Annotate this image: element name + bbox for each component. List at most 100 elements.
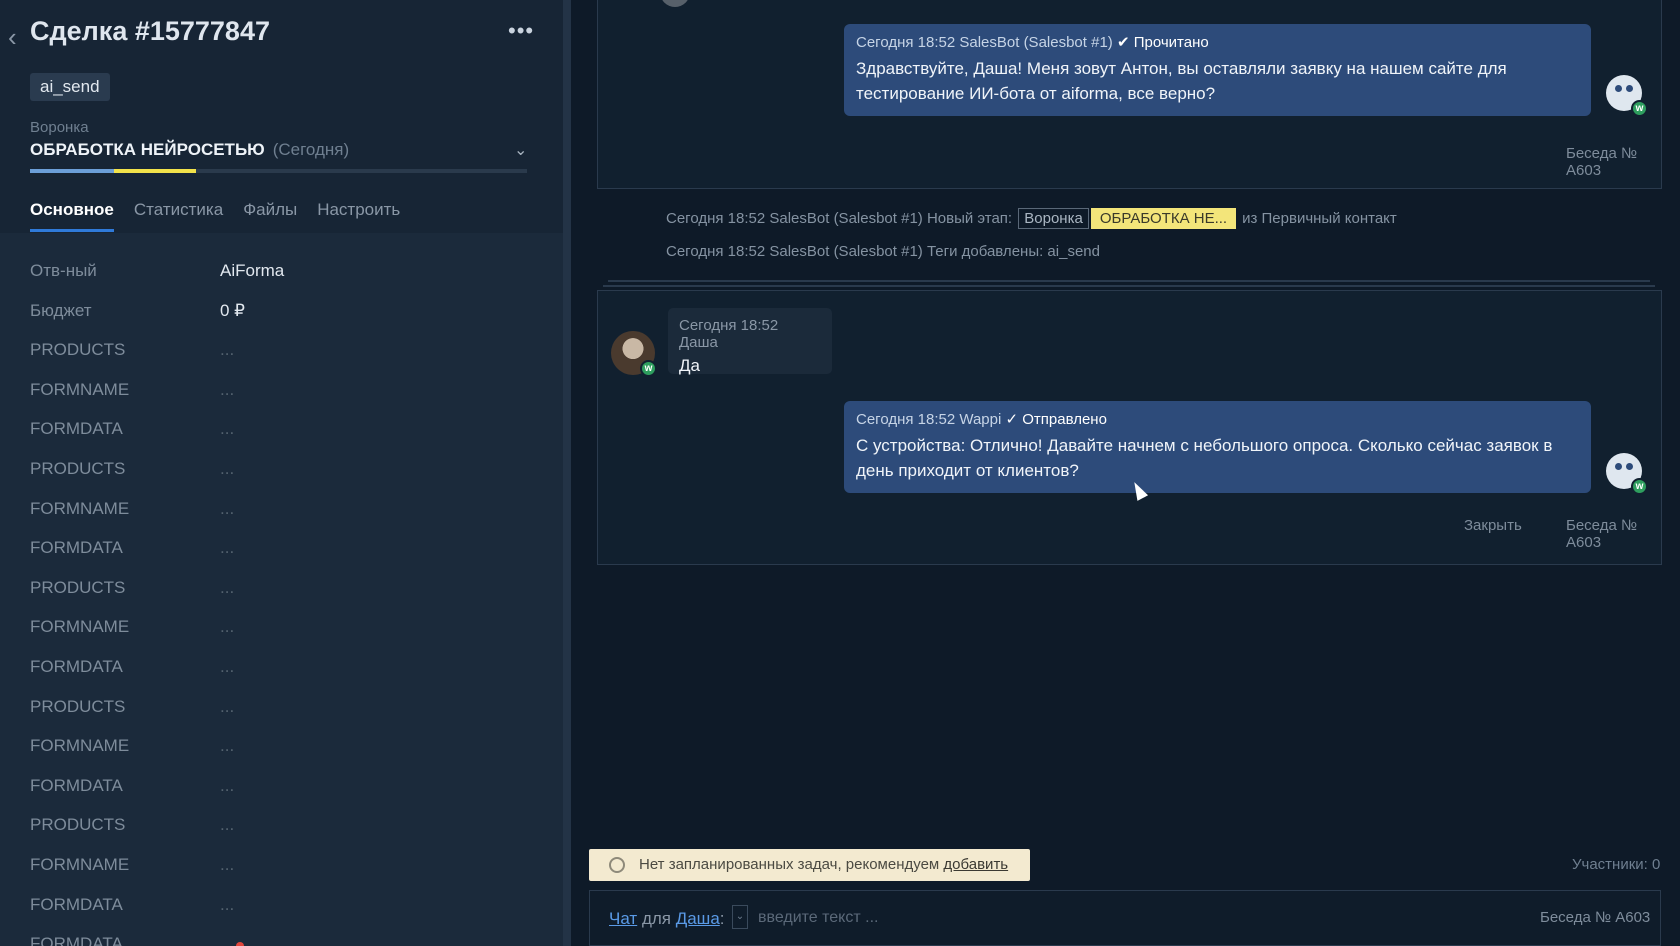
field-name: FORMDATA [30, 538, 123, 558]
field-value[interactable]: ... [220, 776, 234, 796]
user-avatar-icon: w [611, 331, 657, 377]
field-row: FORMDATA... [30, 889, 530, 929]
stage-pill: ОБРАБОТКА НЕ... [1090, 208, 1237, 229]
field-value[interactable]: ... [220, 697, 234, 717]
sent-status: ✓ Отправлено [1005, 411, 1107, 428]
field-value[interactable]: ... [220, 736, 234, 756]
field-value[interactable]: ... [220, 895, 234, 915]
lead-tabs: Основное Статистика Файлы Настроить [30, 200, 400, 232]
field-value[interactable]: 0 ₽ [220, 301, 245, 321]
field-value[interactable]: ... [220, 855, 234, 875]
stack-divider [608, 280, 1650, 282]
field-name: FORMNAME [30, 736, 130, 756]
tab-settings[interactable]: Настроить [317, 200, 400, 232]
field-value[interactable]: ... [220, 538, 234, 558]
field-row: PRODUCTS... [30, 572, 530, 612]
field-name: PRODUCTS [30, 815, 126, 835]
recipient-link[interactable]: Даша [676, 909, 720, 928]
field-row: FORMNAME... [30, 611, 530, 651]
tab-statistics[interactable]: Статистика [134, 200, 223, 232]
field-name: FORMNAME [30, 617, 130, 637]
field-name: PRODUCTS [30, 577, 126, 597]
message-text: Здравствуйте, Даша! Меня зовут Антон, вы… [856, 59, 1507, 103]
client-message-bubble: Сегодня 18:52 Даша Да [668, 308, 832, 375]
message-text: С устройства: Отлично! Давайте начнем с … [856, 436, 1553, 480]
funnel-stage-select[interactable]: ОБРАБОТКА НЕЙРОСЕТЬЮ (Сегодня) [30, 140, 349, 160]
lead-sidebar: ‹ Сделка #15777847 ••• ai_send Воронка О… [0, 0, 563, 946]
field-value[interactable]: AiForma [220, 261, 284, 281]
field-name: PRODUCTS [30, 458, 126, 478]
user-avatar-icon [660, 0, 690, 7]
chat-prefix: Чат для Даша: [609, 909, 725, 928]
chat-text-input[interactable]: введите текст ... [758, 909, 878, 927]
message-meta: Сегодня 18:52 Wappi ✓ Отправлено [856, 411, 1107, 428]
tab-main[interactable]: Основное [30, 200, 114, 232]
field-value[interactable]: ... [220, 815, 234, 835]
add-task-link[interactable]: добавить [943, 856, 1008, 873]
funnel-pill: Воронка [1018, 208, 1089, 229]
read-status: ✔ Прочитано [1116, 34, 1209, 51]
bot-avatar-icon: w [1602, 449, 1648, 495]
field-row: PRODUCTS... [30, 809, 530, 849]
chat-input-bar[interactable]: Чат для Даша: ⌄ введите текст ... Беседа… [589, 890, 1661, 946]
field-name: FORMDATA [30, 775, 123, 795]
tab-files[interactable]: Файлы [243, 200, 297, 232]
field-row: PRODUCTS... [30, 334, 530, 374]
whatsapp-badge-icon: w [1631, 100, 1648, 117]
bot-message-bubble: Сегодня 18:52 SalesBot (Salesbot #1) ✔ П… [844, 24, 1591, 116]
funnel-date: (Сегодня) [272, 140, 350, 159]
field-row: Бюджет 0 ₽ [30, 295, 530, 335]
conversation-link[interactable]: Беседа № A603 [1540, 909, 1650, 926]
clock-icon [609, 857, 625, 873]
field-name: FORMDATA [30, 934, 123, 946]
field-value[interactable]: ... [220, 380, 234, 400]
system-stage-change: Сегодня 18:52 SalesBot (Salesbot #1) Нов… [666, 208, 1397, 229]
message-block-1: Сегодня 18:52 SalesBot (Salesbot #1) ✔ П… [597, 0, 1662, 189]
message-text: Да [679, 356, 700, 375]
field-value[interactable]: ... [220, 617, 234, 637]
field-row: FORMNAME... [30, 374, 530, 414]
field-row: FORMNAME... [30, 730, 530, 770]
whatsapp-badge-icon: w [640, 360, 657, 377]
progress-segment-done [30, 169, 114, 173]
field-row: FORMDATA [30, 928, 530, 946]
conversation-link[interactable]: Беседа № A603 [1566, 145, 1661, 179]
more-icon[interactable]: ••• [508, 18, 534, 44]
field-row: FORMNAME... [30, 849, 530, 889]
field-row: PRODUCTS... [30, 691, 530, 731]
whatsapp-badge-icon: w [1631, 478, 1648, 495]
field-name: PRODUCTS [30, 696, 126, 716]
field-name: FORMDATA [30, 894, 123, 914]
back-arrow-icon[interactable]: ‹ [8, 22, 17, 53]
field-value[interactable]: ... [220, 578, 234, 598]
conversation-link[interactable]: Беседа № A603 [1566, 517, 1661, 551]
field-value[interactable]: ... [220, 657, 234, 677]
dropdown-icon[interactable]: ⌄ [732, 905, 748, 929]
chevron-down-icon[interactable]: ⌄ [514, 140, 527, 160]
message-meta: Сегодня 18:52 SalesBot (Salesbot #1) ✔ П… [856, 34, 1209, 51]
field-row: PRODUCTS... [30, 453, 530, 493]
pipeline-progress [30, 169, 527, 173]
field-value[interactable]: ... [220, 499, 234, 519]
field-name: FORMNAME [30, 498, 130, 518]
chat-type-link[interactable]: Чат [609, 909, 637, 928]
lead-fields: Отв-ный AiForma Бюджет 0 ₽ PRODUCTS... FORMNA… [30, 255, 530, 946]
deal-title: Сделка #15777847 [30, 16, 270, 46]
funnel-label: Воронка [30, 119, 89, 136]
field-value[interactable]: ... [220, 419, 234, 439]
field-name: Бюджет [30, 300, 92, 320]
sidebar-scrollbar[interactable] [563, 0, 571, 946]
field-row: FORMDATA... [30, 770, 530, 810]
close-conversation-button[interactable]: Закрыть [1464, 517, 1522, 534]
tag-badge[interactable]: ai_send [30, 73, 110, 101]
field-value[interactable]: ... [220, 340, 234, 360]
field-value[interactable]: ... [220, 459, 234, 479]
activity-feed: Сегодня 18:52 SalesBot (Salesbot #1) ✔ П… [571, 0, 1680, 946]
system-tags-added: Сегодня 18:52 SalesBot (Salesbot #1) Тег… [666, 243, 1100, 260]
field-name: FORMNAME [30, 854, 130, 874]
field-row: Отв-ный AiForma [30, 255, 530, 295]
field-row: FORMDATA... [30, 532, 530, 572]
field-name: PRODUCTS [30, 340, 126, 360]
message-meta: Сегодня 18:52 Даша [679, 317, 779, 351]
message-block-2: w Сегодня 18:52 Даша Да Сегодня 18:52 Wa… [597, 290, 1662, 565]
